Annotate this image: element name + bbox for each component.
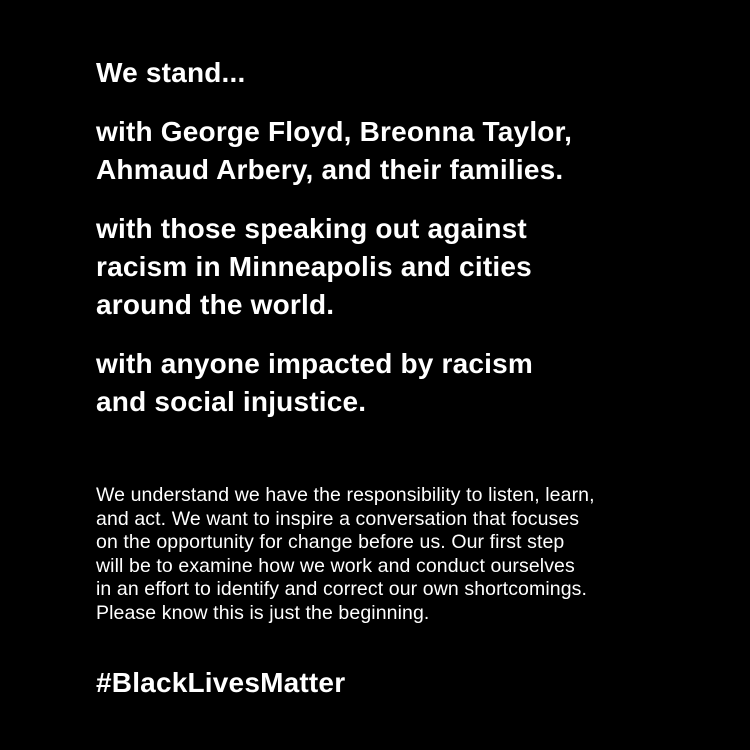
- body-line-2: and act. We want to inspire a conversati…: [96, 507, 580, 530]
- statement-2-line-2: racism in Minneapolis and cities: [96, 251, 532, 282]
- intro-text: We stand...: [96, 57, 246, 88]
- statement-1-line-2: Ahmaud Arbery, and their families.: [96, 154, 564, 185]
- statement-3: with anyone impacted by racism and socia…: [96, 345, 533, 421]
- body-line-4: will be to examine how we work and condu…: [96, 554, 575, 577]
- intro-heading: We stand...: [96, 54, 246, 92]
- statement-3-line-1: with anyone impacted by racism: [96, 348, 534, 379]
- statement-2-line-1: with those speaking out against: [96, 213, 527, 244]
- body-line-6: Please know this is just the beginning.: [96, 601, 430, 624]
- body-line-5: in an effort to identify and correct our…: [96, 578, 588, 601]
- statement-3-line-2: and social injustice.: [96, 386, 367, 417]
- body-line-1: We understand we have the responsibility…: [96, 484, 595, 506]
- statement-1-line-1: with George Floyd, Breonna Taylor,: [96, 116, 573, 147]
- body-line-3: on the opportunity for change before us.…: [96, 531, 565, 554]
- statement-2: with those speaking out against racism i…: [96, 210, 532, 324]
- hashtag: #BlackLivesMatter: [96, 667, 346, 698]
- statement-2-line-3: around the world.: [96, 289, 335, 320]
- statement-post: We stand... with George Floyd, Breonna T…: [0, 0, 750, 750]
- body-paragraph: We understand we have the responsibility…: [96, 484, 595, 626]
- statement-1: with George Floyd, Breonna Taylor, Ahmau…: [96, 113, 572, 189]
